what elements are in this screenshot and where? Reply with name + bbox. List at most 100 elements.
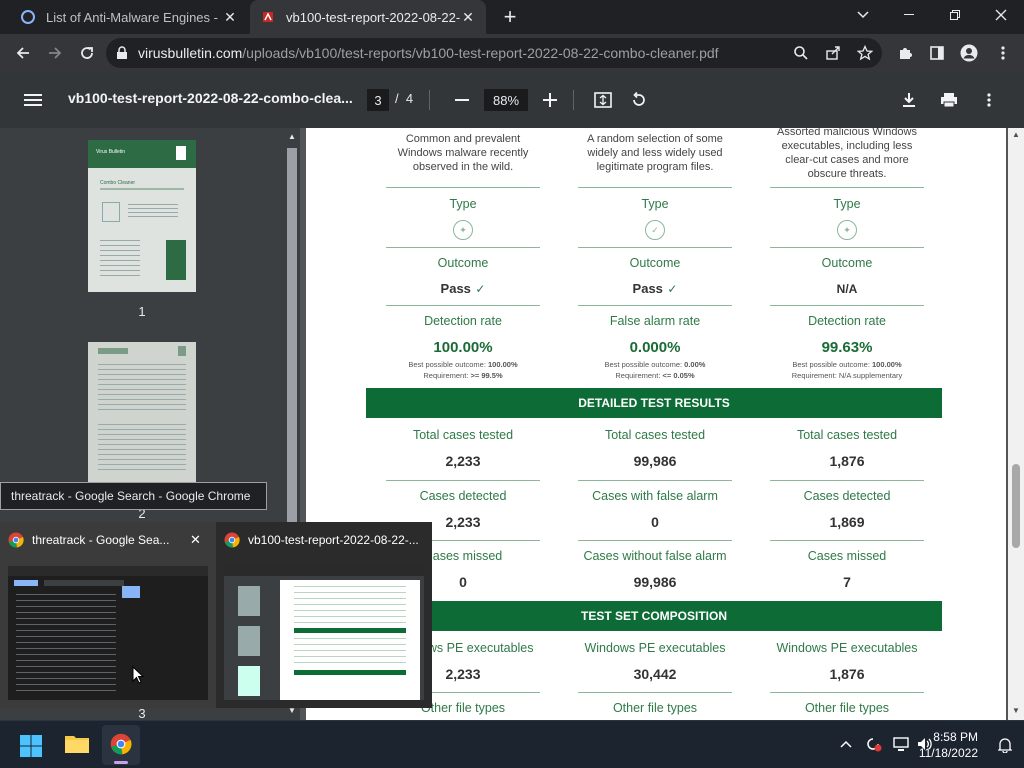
row-label: Windows PE executables [776, 641, 918, 655]
best-outcome: Best possible outcome: 0.00% Requirement:… [570, 359, 740, 381]
row-label: Total cases tested [604, 428, 706, 442]
clock-date: 11/18/2022 [918, 746, 978, 760]
outcome-value: Pass ✓ [578, 280, 732, 298]
thumb-text [98, 424, 186, 474]
print-button[interactable] [936, 87, 962, 113]
close-window-button[interactable] [978, 0, 1024, 30]
address-bar[interactable]: virusbulletin.com/uploads/vb100/test-rep… [106, 38, 882, 68]
preview-window-vb100[interactable]: vb100-test-report-2022-08-22-... [216, 522, 432, 708]
download-button[interactable] [896, 87, 922, 113]
side-panel-icon [930, 46, 944, 60]
mini-results [16, 594, 116, 694]
reload-button[interactable] [74, 40, 100, 66]
new-tab-button[interactable]: + [499, 4, 521, 30]
pdf-favicon-icon [263, 12, 273, 22]
page-count: / 4 [395, 91, 413, 106]
row-label: Cases without false alarm [583, 549, 727, 563]
best-label: Best possible outcome: [408, 360, 486, 369]
scroll-down-arrow-icon[interactable]: ▼ [1012, 706, 1020, 715]
best-value: 0.00% [684, 360, 706, 369]
viewer-scrollbar[interactable]: ▲ ▼ [1008, 128, 1024, 720]
preview-title: vb100-test-report-2022-08-22-... [224, 530, 428, 550]
test-description: Assorted malicious Windows executables, … [777, 128, 917, 180]
back-button[interactable] [10, 40, 36, 66]
rotate-button[interactable] [626, 87, 652, 113]
rotate-icon [633, 91, 645, 106]
scrollbar-thumb[interactable] [1012, 464, 1020, 548]
tab-vb100-report[interactable]: vb100-test-report-2022-08-22-co ✕ [250, 0, 486, 34]
forward-button[interactable] [42, 40, 68, 66]
zoom-in-button[interactable] [537, 87, 563, 113]
rate-value: 100.00% [433, 339, 493, 356]
chrome-taskbar-button[interactable] [102, 725, 140, 765]
loading-icon [21, 10, 35, 24]
taskbar-thumbnail-preview: threatrack - Google Sea... ✕ vb100-test-… [0, 522, 432, 708]
start-button[interactable] [20, 735, 42, 762]
type-label: Type [449, 197, 477, 211]
page-number-input[interactable]: 3 [367, 89, 389, 111]
preview-window-threatrack[interactable]: threatrack - Google Sea... ✕ [0, 522, 216, 708]
notifications-button[interactable] [997, 737, 1013, 758]
chrome-menu-button[interactable] [990, 40, 1016, 66]
clock-time: 8:58 PM [933, 730, 978, 744]
chrome-icon [110, 733, 132, 755]
kebab-menu-icon [987, 93, 991, 107]
divider [578, 187, 732, 188]
zoom-out-button[interactable] [449, 87, 475, 113]
test-description: Common and prevalent Windows malware rec… [397, 133, 529, 173]
download-icon [903, 93, 915, 107]
reload-icon [81, 47, 93, 59]
zoom-level-input[interactable]: 88% [484, 89, 528, 111]
tab-anti-malware-list[interactable]: List of Anti-Malware Engines - M ✕ [10, 0, 248, 34]
rate-value: 99.63% [821, 339, 873, 356]
close-tab-icon[interactable]: ✕ [222, 9, 238, 26]
row-value: 1,876 [829, 453, 865, 469]
hamburger-icon [24, 94, 42, 106]
thumbnail-label: 3 [138, 706, 146, 721]
row-label: Total cases tested [412, 428, 514, 442]
best-label: Best possible outcome: [604, 360, 683, 369]
page-separator: / [395, 91, 399, 106]
side-panel-button[interactable] [924, 40, 950, 66]
chevron-up-icon [840, 740, 852, 748]
type-label: Type [833, 197, 861, 211]
tab-search-button[interactable] [840, 0, 886, 30]
file-explorer-button[interactable] [64, 733, 90, 760]
pdf-toolbar: vb100-test-report-2022-08-22-combo-clea.… [0, 72, 1024, 128]
active-app-indicator [114, 761, 128, 764]
minimize-button[interactable] [886, 0, 932, 30]
rate-value: 0.000% [629, 339, 681, 356]
update-tray-button[interactable] [864, 735, 882, 758]
row-value: 1,876 [829, 666, 865, 682]
page-thumbnail-1[interactable]: Virus Bulletin Combo Cleaner [88, 140, 196, 292]
req-value: >= 99.5% [470, 371, 503, 380]
extensions-button[interactable] [892, 40, 918, 66]
check-circle-icon: ✓ [667, 282, 678, 296]
close-tab-icon[interactable]: ✕ [460, 9, 476, 26]
network-button[interactable] [892, 735, 910, 758]
forward-arrow-icon [49, 47, 62, 59]
bookmark-button[interactable] [852, 40, 878, 66]
toggle-sidebar-button[interactable] [20, 87, 46, 113]
thumb-header-text: Virus Bulletin [96, 149, 126, 155]
fit-to-page-button[interactable] [590, 87, 616, 113]
divider [770, 692, 924, 693]
show-hidden-icons-button[interactable] [840, 737, 852, 751]
mouse-cursor-icon [132, 666, 144, 684]
scroll-up-arrow-icon[interactable]: ▲ [1012, 130, 1020, 139]
thumb-subtitle: Combo Cleaner [100, 180, 136, 186]
tab-title: List of Anti-Malware Engines - M [46, 9, 222, 25]
pdf-more-button[interactable] [976, 87, 1002, 113]
minus-icon [455, 99, 469, 101]
share-button[interactable] [820, 40, 846, 66]
req-value: <= 0.05% [662, 371, 695, 380]
page-thumbnail-2[interactable] [88, 342, 196, 502]
restore-button[interactable] [932, 0, 978, 30]
malware-type-icon: ✦ [770, 220, 924, 240]
thumb-text [100, 240, 140, 280]
zoom-page-button[interactable] [788, 40, 814, 66]
scroll-up-arrow-icon[interactable]: ▲ [288, 132, 296, 141]
clock[interactable]: 8:58 PM 11/18/2022 [919, 729, 978, 761]
close-preview-button[interactable]: ✕ [190, 532, 201, 548]
profile-button[interactable] [956, 40, 982, 66]
